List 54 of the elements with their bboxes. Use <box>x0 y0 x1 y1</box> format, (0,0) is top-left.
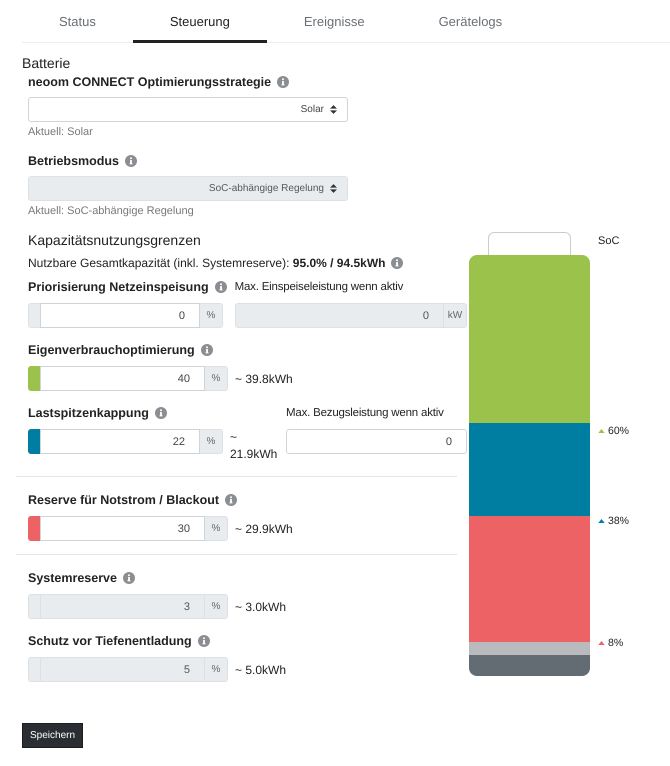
field-label: Max. Bezugsleistung wenn aktiv <box>286 406 445 421</box>
energy-estimate: ~ 21.9kWh <box>230 429 278 463</box>
color-swatch <box>28 594 40 619</box>
tab[interactable]: Ereignisse <box>266 0 402 43</box>
info-icon[interactable] <box>154 407 167 419</box>
percent-label: 8% <box>608 637 624 649</box>
tab[interactable]: Steuerung <box>132 0 267 43</box>
percent-label: 60% <box>608 425 630 437</box>
field-label: Eigenverbrauchoptimierung <box>28 343 195 357</box>
field-label: Betriebsmodus <box>28 154 119 168</box>
info-icon[interactable] <box>225 494 238 506</box>
number-field[interactable]: 40 <box>40 366 205 391</box>
percent-label: 38% <box>608 515 630 527</box>
unit-label: kW <box>444 303 467 328</box>
number-field[interactable]: 0 <box>40 303 200 328</box>
energy-estimate: ~ 39.8kWh <box>235 371 293 386</box>
sort-caret-icon <box>330 105 337 114</box>
unit-label: % <box>200 429 223 454</box>
field-label: neoom CONNECT Optimierungsstrategie <box>28 75 272 89</box>
current-value-hint: Aktuell: Solar <box>28 126 94 138</box>
field-label: Lastspitzenkappung <box>28 406 149 420</box>
color-swatch <box>28 303 40 328</box>
current-value-hint: Aktuell: SoC-abhängige Regelung <box>28 205 195 217</box>
number-field[interactable]: 0 <box>286 429 467 454</box>
number-field[interactable]: 22 <box>40 429 200 454</box>
select-dropdown[interactable]: Solar <box>28 97 348 122</box>
energy-estimate: ~ 5.0kWh <box>235 662 286 677</box>
unit-label: % <box>200 303 223 328</box>
section-title: Kapazitätsnutzungsgrenzen <box>28 231 202 249</box>
capacity-summary: Nutzbare Gesamtkapazität (inkl. Systemreserve): 95.0% / 94.5kWh <box>28 256 386 270</box>
color-swatch <box>28 657 40 682</box>
field-label: Schutz vor Tiefenentladung <box>28 634 192 648</box>
info-icon[interactable] <box>214 281 227 293</box>
field-label: Max. Einspeiseleistung wenn aktiv <box>234 280 404 295</box>
field-label: Systemreserve <box>28 571 117 585</box>
info-icon[interactable] <box>125 155 137 167</box>
number-field[interactable]: 30 <box>40 516 205 541</box>
unit-label: % <box>205 516 228 541</box>
sort-caret-icon <box>330 184 337 193</box>
soc-label: SoC <box>598 235 620 247</box>
section-title: Batterie <box>22 55 72 71</box>
unit-label: % <box>205 594 228 619</box>
energy-estimate: ~ 29.9kWh <box>235 521 293 536</box>
info-icon[interactable] <box>277 76 290 88</box>
unit-label: % <box>205 657 228 682</box>
tab[interactable]: Status <box>22 0 133 43</box>
energy-estimate: ~ 3.0kWh <box>235 599 286 614</box>
tab[interactable]: Gerätelogs <box>402 0 540 43</box>
field-label: Reserve für Notstrom / Blackout <box>28 493 220 507</box>
save-button[interactable]: Speichern <box>22 723 84 748</box>
field-label: Priorisierung Netzeinspeisung <box>28 280 209 294</box>
unit-label: % <box>205 366 228 391</box>
info-icon[interactable] <box>391 257 404 269</box>
info-icon[interactable] <box>200 344 213 356</box>
